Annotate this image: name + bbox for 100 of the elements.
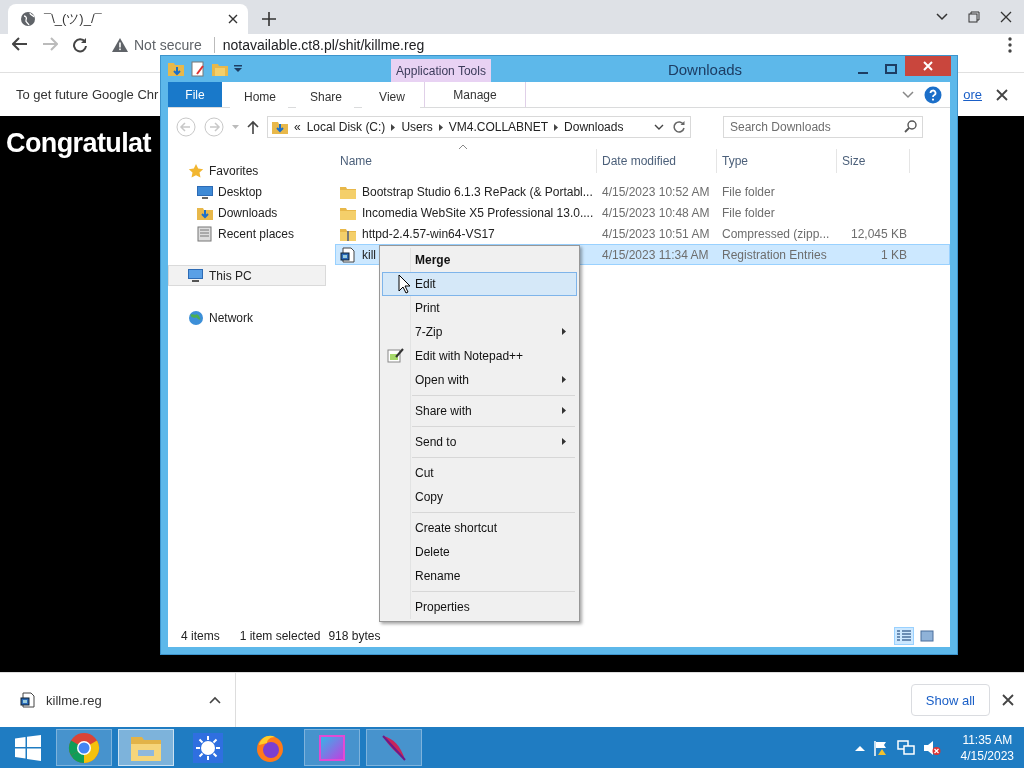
file-size: 12,045 KB <box>850 226 907 241</box>
caret-up-icon[interactable] <box>209 696 221 704</box>
registry-file-icon <box>20 692 36 708</box>
ribbon-tab[interactable]: Manage <box>424 82 526 107</box>
search-icon[interactable] <box>904 120 917 133</box>
file-type: File folder <box>722 184 775 199</box>
clock-time[interactable]: 11:35 AM <box>962 731 1013 748</box>
back-icon[interactable] <box>12 37 28 51</box>
muted-speaker-icon[interactable] <box>922 739 941 756</box>
file-row[interactable]: httpd-2.4.57-win64-VS17 4/15/2023 10:51 AM Compressed (zipp... 12,045 KB <box>335 223 950 244</box>
help-icon[interactable] <box>924 85 942 104</box>
large-icons-view-button[interactable] <box>917 627 937 645</box>
menu-item[interactable]: Cut <box>382 461 577 485</box>
chevron-down-icon[interactable] <box>936 13 948 21</box>
desktop-icon <box>197 184 213 199</box>
nav-item[interactable]: Desktop <box>168 181 326 202</box>
menu-item[interactable]: Send to <box>382 430 577 454</box>
clock-date[interactable]: 4/15/2023 <box>960 747 1014 764</box>
file-size: 1 KB <box>881 247 907 262</box>
close-icon[interactable] <box>1000 11 1012 23</box>
browser-tab[interactable]: ¯\_(ツ)_/¯ <box>8 4 248 34</box>
restore-icon[interactable] <box>968 11 980 23</box>
breadcrumb-item[interactable]: Downloads <box>564 120 624 134</box>
close-icon[interactable] <box>1002 694 1014 706</box>
breadcrumb-arrow-icon[interactable] <box>554 123 559 131</box>
contextual-tab-header: Application Tools <box>391 59 491 82</box>
close-icon <box>923 61 933 71</box>
show-all-button[interactable]: Show all <box>910 684 990 716</box>
breadcrumb-arrow-icon[interactable] <box>438 123 443 131</box>
nav-item[interactable]: Favorites <box>168 160 326 181</box>
infobar-link[interactable]: ore <box>963 87 982 102</box>
menu-item[interactable]: Edit <box>382 272 577 296</box>
breadcrumb-arrow-icon[interactable] <box>391 123 396 131</box>
reload-icon[interactable] <box>72 37 88 53</box>
maximize-icon <box>885 64 897 74</box>
caret-up-icon[interactable] <box>854 744 865 751</box>
network-icon[interactable] <box>896 739 915 756</box>
menu-item[interactable]: Create shortcut <box>382 516 577 540</box>
refresh-icon[interactable] <box>672 120 686 134</box>
download-file-name[interactable]: killme.reg <box>46 692 199 708</box>
folder-icon <box>340 184 356 199</box>
menu-item[interactable]: Rename <box>382 564 577 588</box>
date-modified: 4/15/2023 10:48 AM <box>602 205 710 220</box>
notepad-icon <box>387 347 405 363</box>
file-name: Bootstrap Studio 6.1.3 RePack (& Portabl... <box>362 184 593 199</box>
computer-icon <box>188 268 204 283</box>
item-count: 4 items <box>181 629 220 643</box>
nav-item[interactable]: Downloads <box>168 202 326 223</box>
close-icon[interactable] <box>228 14 238 24</box>
menu-item[interactable]: Edit with Notepad++ <box>382 344 577 368</box>
breadcrumb-overflow[interactable]: « <box>294 120 301 134</box>
menu-item[interactable]: Properties <box>382 595 577 619</box>
nav-item[interactable]: Network <box>168 307 326 328</box>
nav-item[interactable]: This PC <box>168 265 326 286</box>
windows-start-icon[interactable] <box>15 734 41 761</box>
menu-item[interactable]: 7-Zip <box>382 320 577 344</box>
taskbar-app-button[interactable] <box>366 729 422 766</box>
menu-item[interactable]: Open with <box>382 368 577 392</box>
cursor-icon <box>398 274 411 294</box>
url-text[interactable]: notavailable.ct8.pl/shit/killme.reg <box>213 37 425 53</box>
close-button[interactable] <box>905 56 951 76</box>
taskbar-app-button[interactable] <box>56 729 112 766</box>
nav-item[interactable]: Recent places <box>168 223 326 244</box>
details-view-button[interactable] <box>894 627 914 645</box>
selection-size: 918 bytes <box>328 629 381 643</box>
folder-icon <box>340 205 356 220</box>
menu-item[interactable]: Delete <box>382 540 577 564</box>
chevron-down-icon[interactable] <box>654 124 664 130</box>
dropdown-icon[interactable] <box>234 65 242 73</box>
security-label: Not secure <box>134 37 202 53</box>
menu-item[interactable]: Copy <box>382 485 577 509</box>
address-bar[interactable]: « Local Disk (C:) Users VM4.COLLABNET Downloads <box>267 116 691 138</box>
properties-icon[interactable] <box>190 61 206 77</box>
new-tab-icon[interactable] <box>262 12 276 26</box>
column-header[interactable]: Type <box>717 149 837 173</box>
submenu-arrow-icon <box>562 407 566 414</box>
menu-item[interactable]: Print <box>382 296 577 320</box>
date-modified: 4/15/2023 10:52 AM <box>602 184 710 199</box>
close-icon[interactable] <box>996 88 1008 101</box>
breadcrumb-item[interactable]: VM4.COLLABNET <box>448 120 549 134</box>
warning-icon[interactable] <box>112 38 128 52</box>
breadcrumb-item[interactable]: Users <box>401 120 433 134</box>
download-folder-icon <box>272 119 288 135</box>
kebab-menu-icon[interactable] <box>1008 37 1012 53</box>
star-icon <box>188 162 204 179</box>
menu-item[interactable]: Share with <box>382 399 577 423</box>
column-header[interactable]: Name <box>335 149 597 173</box>
submenu-arrow-icon <box>562 376 566 383</box>
registry-file-icon <box>340 246 356 263</box>
ribbon-tab[interactable]: File <box>168 82 222 107</box>
search-field[interactable]: Search Downloads <box>723 116 923 138</box>
flag-icon[interactable] <box>872 739 889 756</box>
column-header[interactable]: Size <box>837 149 910 173</box>
submenu-arrow-icon <box>562 328 566 335</box>
column-header[interactable]: Date modified <box>597 149 717 173</box>
up-arrow-icon[interactable] <box>247 120 259 134</box>
file-row[interactable]: Bootstrap Studio 6.1.3 RePack (& Portabl... 4/15/2023 10:52 AM File folder <box>335 181 950 202</box>
file-row[interactable]: Incomedia WebSite X5 Professional 13.0.... 4/15/2023 10:48 AM File folder <box>335 202 950 223</box>
folder-icon[interactable] <box>168 61 184 77</box>
breadcrumb-item[interactable]: Local Disk (C:) <box>306 120 386 134</box>
